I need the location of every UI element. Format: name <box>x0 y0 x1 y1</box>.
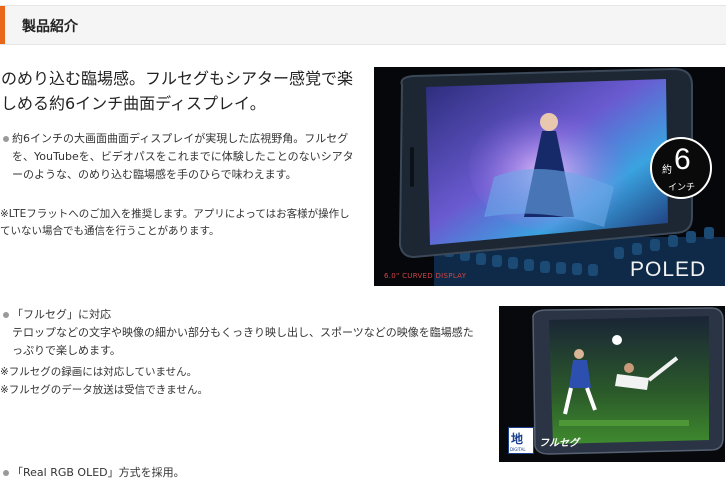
fullseg-note-2: ※フルセグのデータ放送は受信できません。 <box>0 384 208 396</box>
bullet-dot <box>3 312 9 318</box>
badge-number: 6 <box>674 143 691 176</box>
feature-note: ※LTEフラットへのご加入を推奨します。アプリによってはお客様が操作していない場… <box>0 208 350 237</box>
digital-tv-logo: 地 DIGITAL <box>508 427 534 454</box>
section-title: 製品紹介 <box>22 19 78 35</box>
screen-size-badge: 約 6 インチ <box>650 137 712 199</box>
fullseg-title: 「フルセグ」に対応 <box>12 308 111 321</box>
section-header: 製品紹介 <box>0 5 726 45</box>
digital-tv-logo-sub: DIGITAL <box>510 447 526 452</box>
badge-prefix: 約 <box>662 165 672 176</box>
digital-tv-logo-mark: 地 <box>511 432 524 446</box>
section-accent-bar <box>0 6 5 44</box>
bullet-dot <box>3 136 9 142</box>
fullseg-image: 地 DIGITAL フルセグ <box>499 306 725 462</box>
badge-unit: インチ <box>668 183 696 193</box>
feature-headline: のめり込む臨場感。フルセグもシアター感覚で楽しめる約6インチ曲面ディスプレイ。 <box>1 69 354 113</box>
curved-display-image: 6.0" CURVED DISPLAY POLED 約 6 インチ <box>374 67 725 286</box>
display-size-caption: 6.0" CURVED DISPLAY <box>384 272 467 280</box>
fullseg-description: テロップなどの文字や映像の細かい部分もくっきり映し出し、スポーツなどの映像を臨場… <box>12 326 474 357</box>
fullseg-note-1: ※フルセグの録画には対応していません。 <box>0 366 198 378</box>
oled-title: 「Real RGB OLED」方式を採用。 <box>12 466 185 479</box>
poled-logo: POLED <box>630 258 707 281</box>
fullseg-label: フルセグ <box>539 438 579 449</box>
feature-description: 約6インチの大画面曲面ディスプレイが実現した広視野角。フルセグを、YouTube… <box>12 132 354 181</box>
bullet-dot <box>3 470 9 476</box>
